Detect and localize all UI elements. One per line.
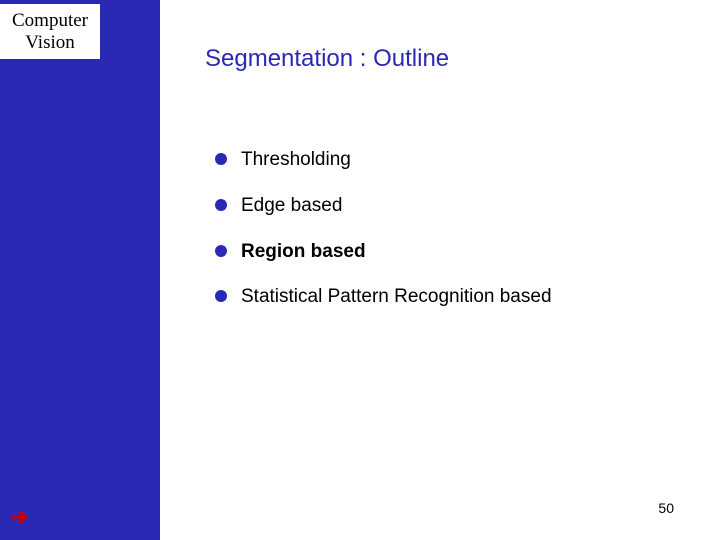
- list-item-text: Edge based: [241, 195, 342, 216]
- page-number: 50: [658, 500, 674, 516]
- course-title-box: Computer Vision: [0, 4, 100, 59]
- course-title: Computer Vision: [4, 10, 96, 54]
- list-item: Thresholding: [215, 148, 690, 172]
- list-item: Edge based: [215, 194, 690, 218]
- slide-title: Segmentation : Outline: [205, 45, 690, 73]
- sidebar: Computer Vision ➔: [0, 0, 160, 540]
- list-item: Statistical Pattern Recognition based: [215, 285, 690, 309]
- arrow-icon: ➔: [10, 506, 32, 528]
- bullet-list: Thresholding Edge based Region based Statis…: [205, 148, 690, 309]
- list-item: Region based: [215, 240, 690, 264]
- list-item-text: Statistical Pattern Recognition based: [241, 286, 552, 307]
- list-item-text: Thresholding: [241, 149, 351, 170]
- list-item-text: Region based: [241, 241, 366, 262]
- slide-main: Segmentation : Outline Thresholding Edge …: [160, 0, 720, 540]
